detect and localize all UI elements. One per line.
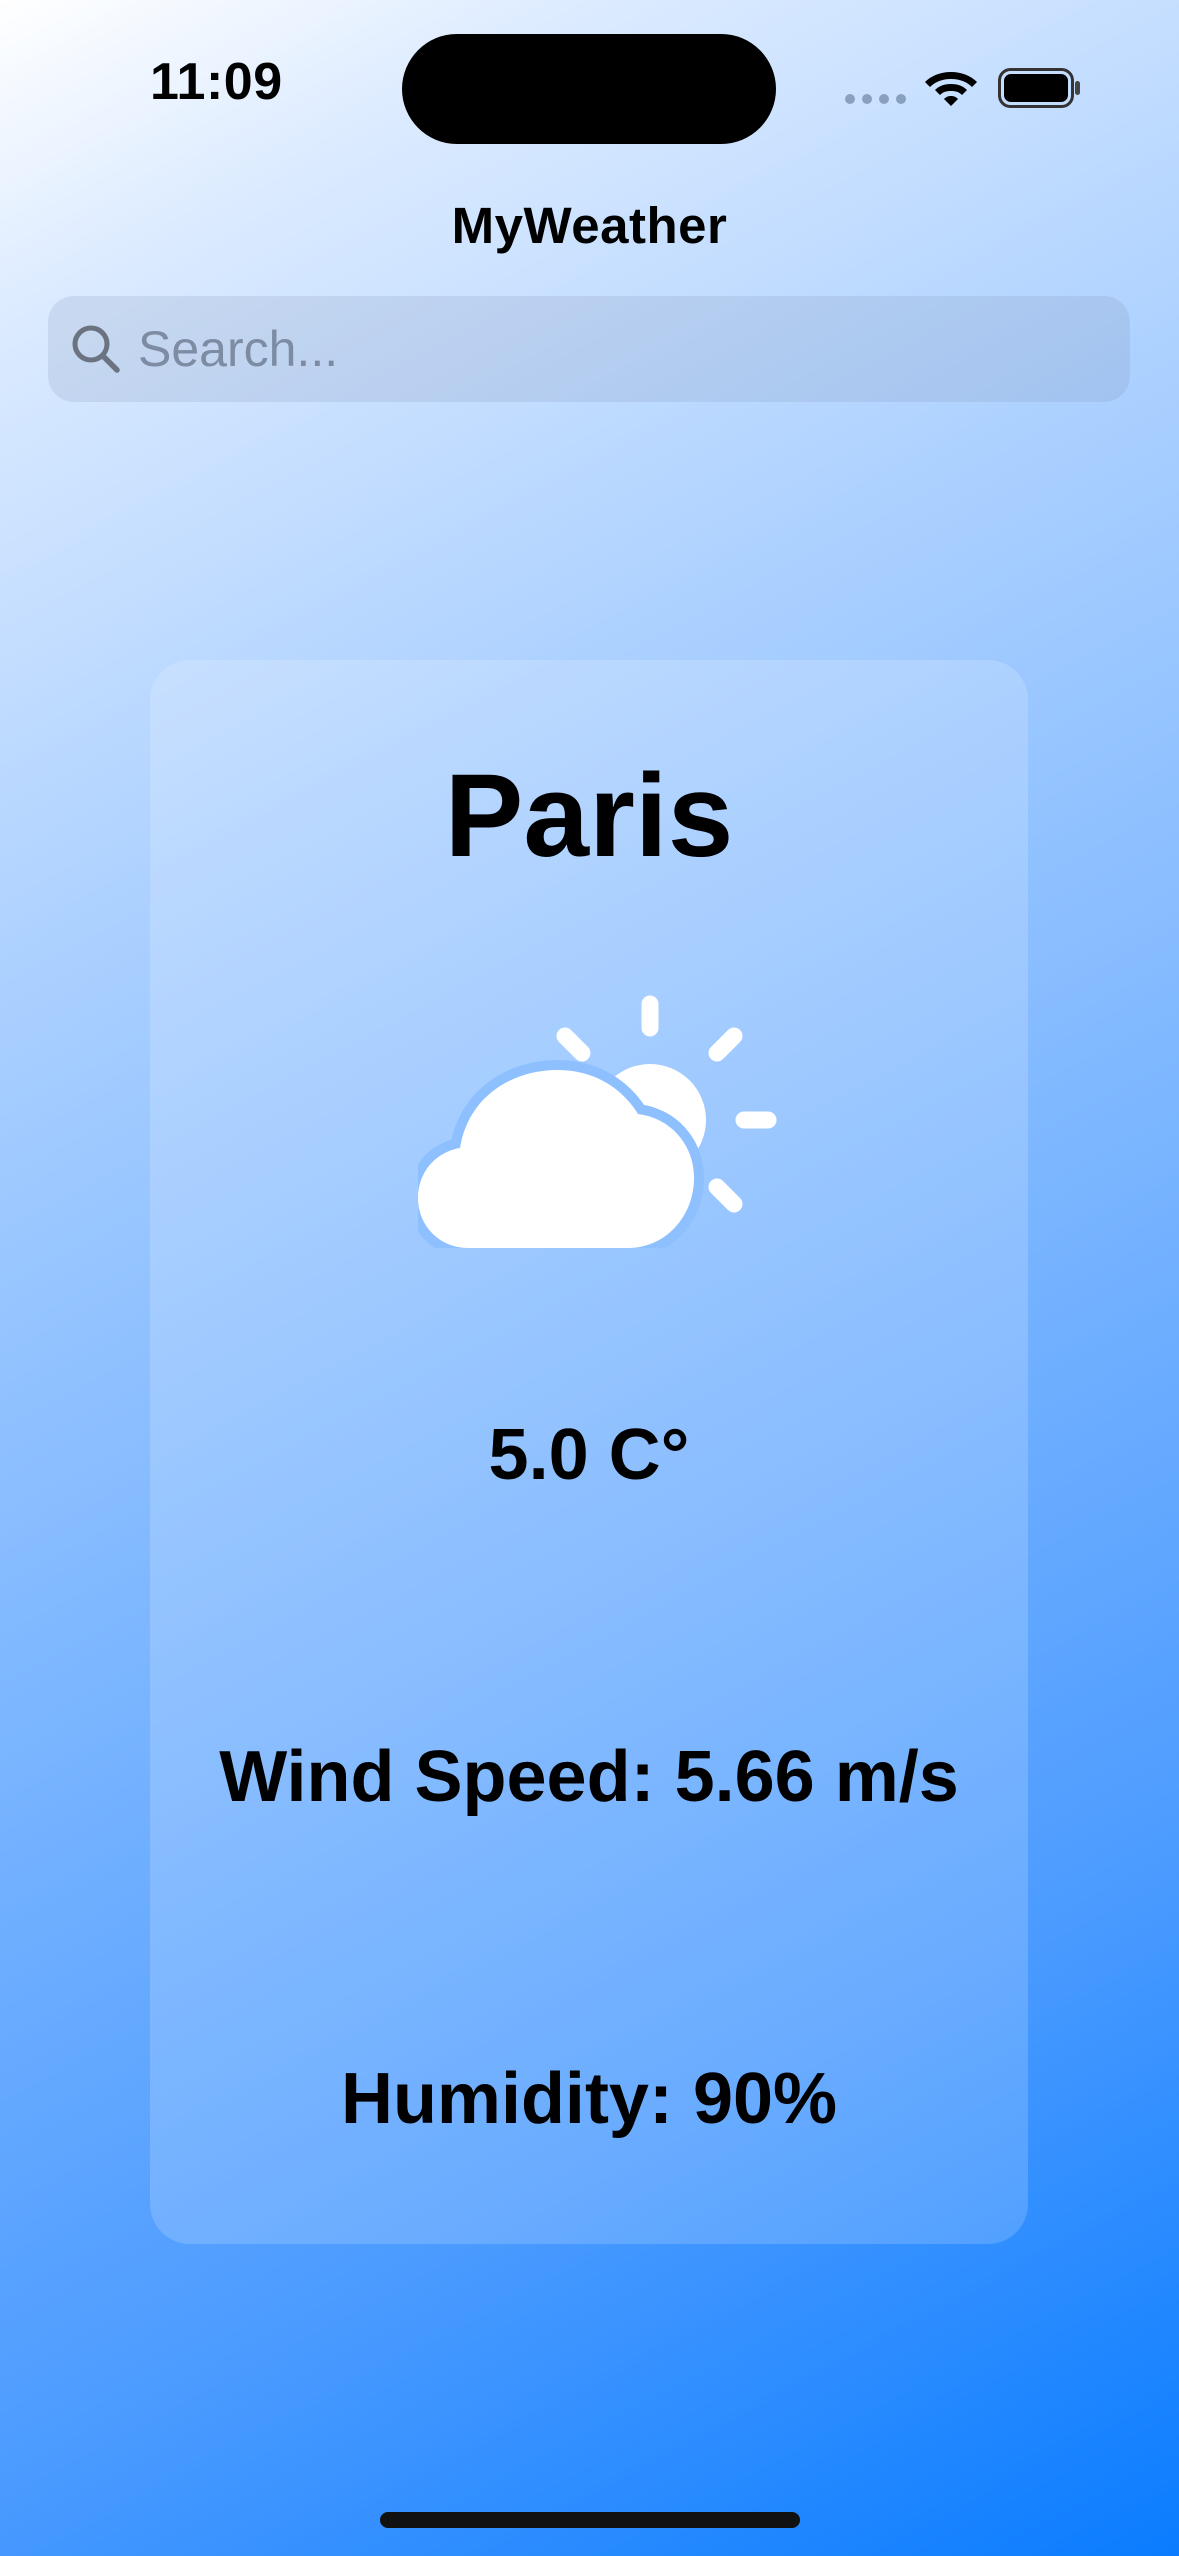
search-input[interactable] (138, 296, 1130, 402)
app-title: MyWeather (451, 197, 728, 254)
wind-speed: Wind Speed: 5.66 m/s (219, 1737, 959, 1817)
wifi-icon (925, 72, 977, 106)
home-indicator[interactable] (380, 2512, 800, 2528)
dynamic-island (402, 34, 776, 144)
cellular-signal-icon (845, 94, 906, 104)
temperature: 5.0 C° (488, 1415, 690, 1495)
weather-card: Paris 5.0 C° Wind Speed: 5.66 m/s Humidi… (150, 660, 1028, 2244)
humidity: Humidity: 90% (340, 2059, 838, 2139)
city-name: Paris (444, 750, 734, 882)
status-time: 11:09 (150, 53, 283, 111)
cloud-sun-icon (418, 995, 777, 1248)
search-bar[interactable] (48, 296, 1130, 402)
search-icon (72, 325, 120, 373)
battery-icon (998, 68, 1080, 108)
